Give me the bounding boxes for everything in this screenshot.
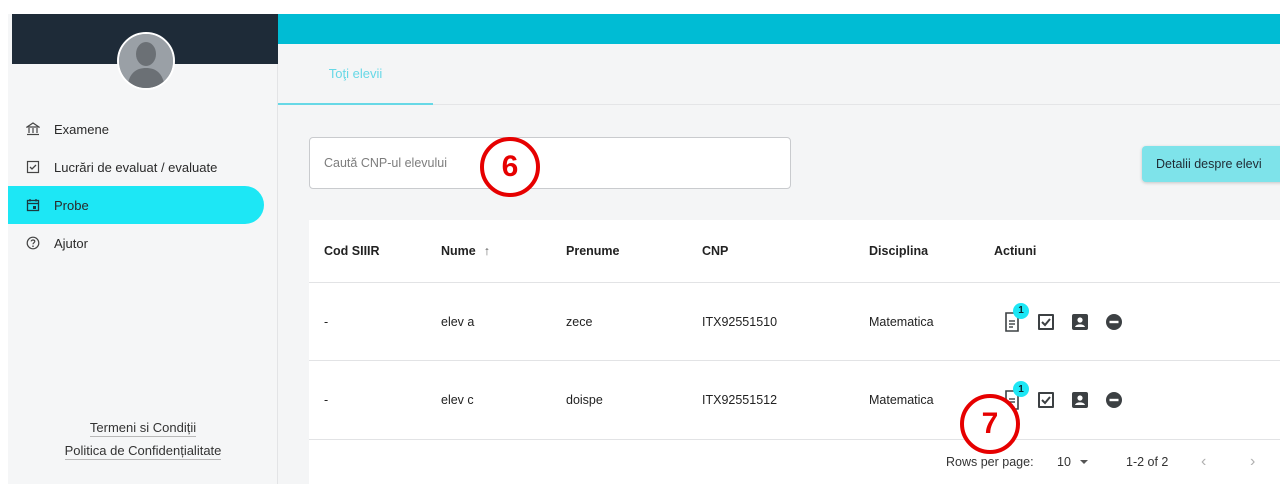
privacy-link[interactable]: Politica de Confidențialitate xyxy=(64,443,222,460)
calendar-icon xyxy=(26,198,40,212)
pagination-range: 1-2 of 2 xyxy=(1126,455,1169,469)
cell-cod-siiir: - xyxy=(324,314,329,329)
next-page-button[interactable]: › xyxy=(1250,453,1255,471)
rows-per-page-select[interactable]: 10 xyxy=(1057,455,1091,469)
cell-cnp: ITX92551512 xyxy=(702,393,778,407)
sidebar-item-label: Examene xyxy=(54,121,109,137)
column-header-nume[interactable]: Nume ↑ xyxy=(441,220,490,282)
help-circle-icon xyxy=(26,236,40,250)
avatar[interactable] xyxy=(117,32,175,90)
row-actions: 1 xyxy=(1001,361,1137,439)
student-profile-icon[interactable] xyxy=(1069,389,1091,411)
student-details-button[interactable]: Detalii despre elevi xyxy=(1142,146,1280,182)
notification-badge: 1 xyxy=(1013,302,1029,319)
sidebar-item-lucrari[interactable]: Lucrări de evaluat / evaluate xyxy=(8,148,264,186)
column-header-disciplina[interactable]: Disciplina xyxy=(869,220,928,282)
student-profile-icon[interactable] xyxy=(1069,311,1091,333)
sidebar-item-label: Ajutor xyxy=(54,235,88,251)
sidebar-item-probe[interactable]: Probe xyxy=(8,186,264,224)
row-actions: 1 xyxy=(1001,283,1137,360)
sidebar: Examene Lucrări de evaluat / evaluate Pr… xyxy=(8,14,278,484)
sidebar-footer-links: Termeni si Condiții Politica de Confiden… xyxy=(8,420,278,466)
column-header-label: Nume xyxy=(441,244,476,258)
terms-link[interactable]: Termeni si Condiții xyxy=(89,420,197,437)
cell-disciplina: Matematica xyxy=(869,314,934,329)
tab-bar: Toţi elevii xyxy=(278,44,1280,105)
step-marker-7: 7 xyxy=(960,394,1020,454)
notification-badge: 1 xyxy=(1013,381,1029,397)
grade-check-icon[interactable] xyxy=(1035,389,1057,411)
remove-icon[interactable] xyxy=(1103,389,1125,411)
table-header-row: Cod SIIIR Nume ↑ Prenume CNP Disciplina … xyxy=(309,220,1280,283)
step-marker-6: 6 xyxy=(480,137,540,197)
table-row: - elev c doispe ITX92551512 Matematica 1 xyxy=(309,361,1280,440)
cell-prenume: zece xyxy=(566,314,593,329)
column-header-cod-siiir[interactable]: Cod SIIIR xyxy=(324,220,380,282)
column-header-prenume[interactable]: Prenume xyxy=(566,220,620,282)
top-accent-bar xyxy=(278,14,1280,44)
cell-cod-siiir: - xyxy=(324,393,329,407)
students-table: Cod SIIIR Nume ↑ Prenume CNP Disciplina … xyxy=(309,220,1280,484)
cell-cnp: ITX92551510 xyxy=(702,314,778,329)
cell-nume: elev c xyxy=(441,393,474,407)
bank-icon xyxy=(26,122,40,136)
sort-arrow-up-icon: ↑ xyxy=(483,244,490,258)
main-content: Toţi elevii Detalii despre elevi Cod SII… xyxy=(278,44,1280,484)
cell-disciplina: Matematica xyxy=(869,393,934,407)
chevron-down-icon xyxy=(1079,460,1088,464)
sidebar-item-ajutor[interactable]: Ajutor xyxy=(8,224,264,262)
table-row: - elev a zece ITX92551510 Matematica 1 xyxy=(309,283,1280,361)
tab-toti-elevii[interactable]: Toţi elevii xyxy=(278,44,433,105)
grade-check-icon[interactable] xyxy=(1035,311,1057,333)
previous-page-button[interactable]: ‹ xyxy=(1201,453,1206,471)
sidebar-nav: Examene Lucrări de evaluat / evaluate Pr… xyxy=(8,110,264,262)
remove-icon[interactable] xyxy=(1103,311,1125,333)
rows-per-page-label: Rows per page: xyxy=(946,455,1034,469)
sidebar-item-examene[interactable]: Examene xyxy=(8,110,264,148)
sidebar-item-label: Lucrări de evaluat / evaluate xyxy=(54,159,218,175)
checkbox-icon xyxy=(26,160,40,174)
user-silhouette-icon xyxy=(119,34,173,88)
cell-nume: elev a xyxy=(441,314,475,329)
column-header-actiuni: Actiuni xyxy=(994,244,1037,258)
app-root: Examene Lucrări de evaluat / evaluate Pr… xyxy=(0,0,1280,484)
table-pagination: Rows per page: 10 1-2 of 2 ‹ › xyxy=(309,440,1280,484)
rows-per-page-value: 10 xyxy=(1057,455,1071,469)
sidebar-item-label: Probe xyxy=(54,197,89,213)
column-header-cnp[interactable]: CNP xyxy=(702,220,728,282)
search-input[interactable] xyxy=(309,137,791,189)
document-icon[interactable]: 1 xyxy=(1001,302,1029,333)
cell-prenume: doispe xyxy=(566,393,603,407)
